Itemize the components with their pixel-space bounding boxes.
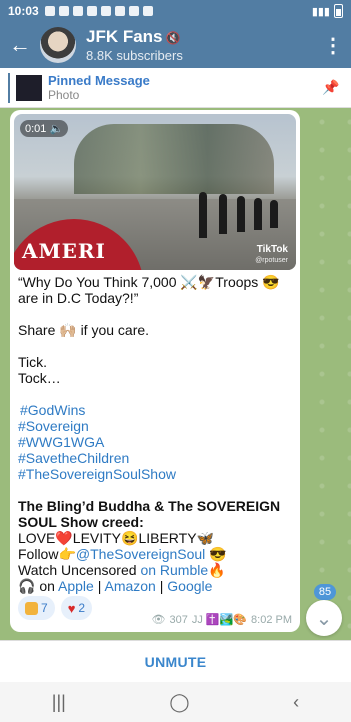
hashtag-link[interactable]: #SavetheChildren [18,450,294,466]
follow-handle-link[interactable]: @TheSovereignSoul [76,546,205,562]
unread-badge: 85 [314,584,336,600]
follow-prefix: Follow👉 [18,546,76,562]
message-line: “Why Do You Think 7,000 ⚔️🦅Troops 😎 are … [18,274,280,306]
message-text: “Why Do You Think 7,000 ⚔️🦅Troops 😎 are … [18,274,294,594]
bollard [199,192,207,238]
listen-line: 🎧 on Apple | Amazon | Google [18,578,294,594]
bottom-bar: UNMUTE [0,640,351,682]
pin-indicator [8,72,10,103]
creed-title: The Bling’d Buddha & The SOVEREIGN SOUL … [18,498,281,530]
system-icons: ▮▮▮ [312,4,343,18]
reaction-count: 7 [41,601,48,615]
notification-icons [44,6,153,16]
notification-icon [100,6,111,16]
signal-icon: ▮▮▮ [311,5,330,18]
video-player[interactable]: AMERI 0:01 🔈 TikTok @rpotuser [14,114,296,270]
back-button[interactable]: ← [0,22,40,68]
thumbs-up-icon [25,601,38,615]
channel-title: JFK Fans [86,27,163,46]
duration-label: 0:01 [25,123,47,135]
apple-link[interactable]: Apple [58,578,94,594]
more-vertical-icon: ⋮ [323,34,343,57]
unmute-button[interactable]: UNMUTE [145,654,207,670]
bollard [219,194,227,234]
notification-icon [44,6,55,16]
tiktok-watermark: TikTok [256,244,288,255]
back-nav-icon[interactable]: ‹ [293,692,299,713]
message-time: 8:02 PM [251,613,292,626]
amazon-link[interactable]: Amazon [104,578,155,594]
separator: | [155,578,168,594]
hashtag-list: #GodWins #Sovereign #WWG1WGA #SavetheChi… [18,402,294,482]
author-signature: JJ ✝️🏞️🎨 [191,614,248,626]
muted-icon: 🔇 [165,31,181,45]
watch-line: Watch Uncensored on Rumble🔥 [18,562,294,578]
pinned-title: Pinned Message [48,73,150,88]
bollard [270,200,278,228]
chat-area: AMERI 0:01 🔈 TikTok @rpotuser “Why Do Yo… [0,108,351,640]
reactions: 7 ♥ 2 [18,596,93,620]
channel-info[interactable]: JFK Fans 🔇 8.8K subscribers [86,27,315,63]
status-time: 10:03 [8,4,39,18]
hashtag-link[interactable]: #TheSovereignSoulShow [18,466,294,482]
pinned-thumbnail [16,74,42,101]
notification-icon [128,6,139,16]
system-nav-bar: ||| ◯ ‹ [0,682,351,722]
message-bubble[interactable]: AMERI 0:01 🔈 TikTok @rpotuser “Why Do Yo… [10,110,300,632]
notification-icon [114,6,125,16]
creed-line: LOVE❤️LEVITY😆LIBERTY🦋 [18,530,214,546]
chevron-down-icon: ⌄ [315,607,333,630]
scroll-down-button[interactable]: ⌄ [306,600,342,636]
hashtag-link[interactable]: #WWG1WGA [18,434,294,450]
reaction-thumbs-up[interactable]: 7 [18,596,55,620]
eye-icon: 👁 [151,614,166,626]
battery-icon [334,4,343,18]
chat-header: ← JFK Fans 🔇 8.8K subscribers ⋮ [0,22,351,68]
status-bar: 10:03 ▮▮▮ [0,0,351,22]
hat-text: AMERI [22,239,106,263]
google-link[interactable]: Google [167,578,212,594]
recent-apps-icon[interactable]: ||| [52,692,66,713]
follow-line: Follow👉@TheSovereignSoul 😎 [18,546,294,562]
subscriber-count: 8.8K subscribers [86,48,183,63]
avatar[interactable] [40,27,76,63]
notification-icon [86,6,97,16]
heart-icon: ♥ [67,600,76,616]
more-menu-button[interactable]: ⋮ [315,22,351,68]
pinned-subtitle: Photo [48,88,80,102]
tiktok-username: @rpotuser [255,257,288,264]
video-background [74,124,274,194]
reaction-heart[interactable]: ♥ 2 [60,596,93,620]
rumble-link[interactable]: on Rumble [140,562,208,578]
message-line: Tick. [18,354,48,370]
bollard [254,198,262,230]
arrow-left-icon: ← [9,32,31,57]
notification-icon [72,6,83,16]
hashtag-link[interactable]: #Sovereign [18,418,294,434]
separator: | [93,578,105,594]
follow-suffix: 😎 [205,546,227,562]
watch-prefix: Watch Uncensored [18,562,141,578]
hashtag-link[interactable]: #GodWins [18,402,294,418]
message-line: Tock… [18,370,61,386]
message-meta: 👁 307 JJ ✝️🏞️🎨 8:02 PM [151,613,292,627]
mute-icon[interactable]: 🔈 [49,123,63,135]
notification-icon [142,6,153,16]
message-line: Share 🙌🏼 if you care. [18,322,150,338]
pinned-message-bar[interactable]: Pinned Message Photo 📌 [0,68,351,108]
watch-suffix: 🔥 [208,562,226,578]
bollard [237,196,245,232]
pinned-list-icon[interactable]: 📌 [311,79,351,96]
listen-prefix: 🎧 on [18,578,59,594]
home-icon[interactable]: ◯ [169,692,189,713]
video-duration: 0:01 🔈 [20,120,69,137]
notification-icon [58,6,69,16]
reaction-count: 2 [78,601,86,615]
view-count: 307 [169,613,188,626]
